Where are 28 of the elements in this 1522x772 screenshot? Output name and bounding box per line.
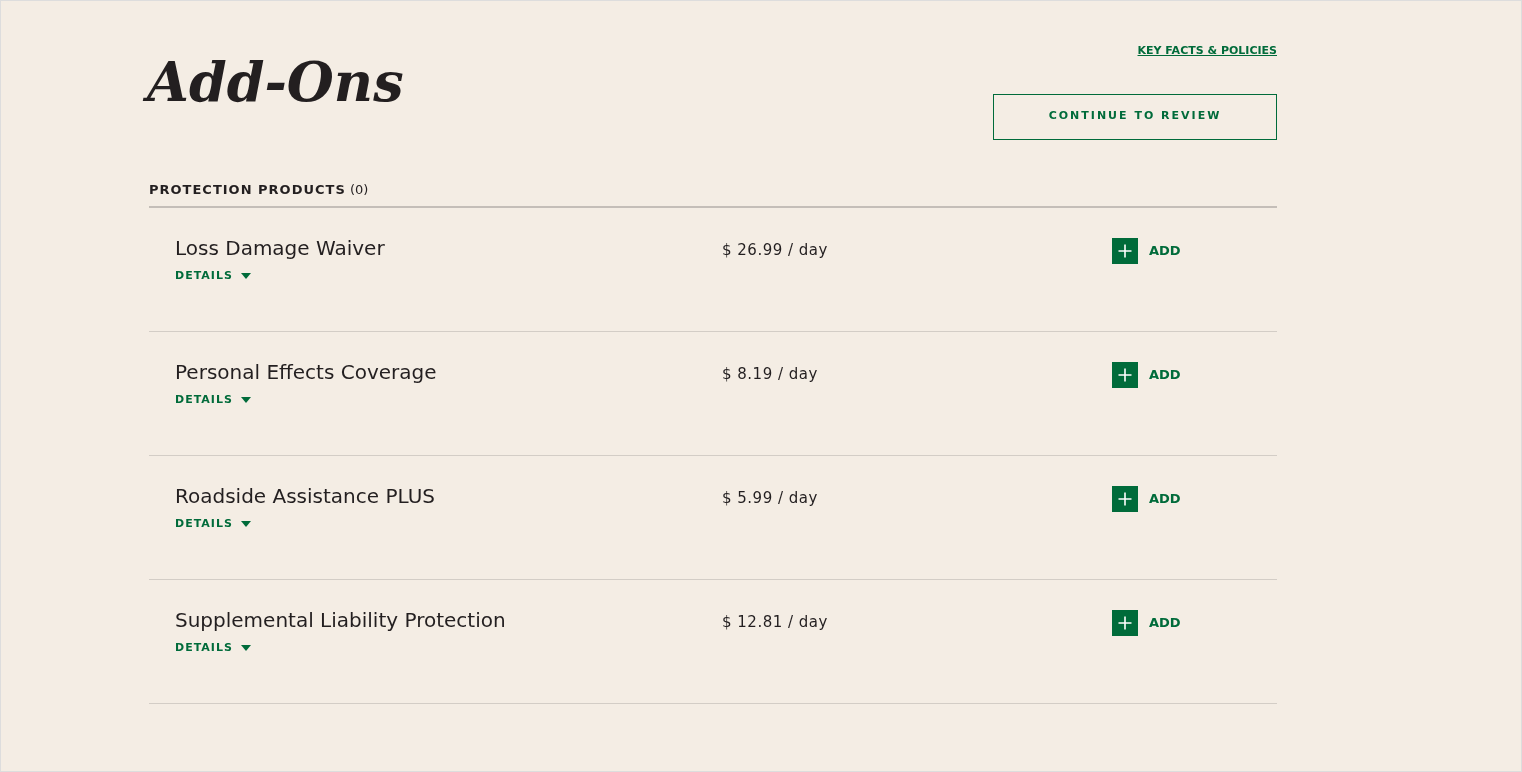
caret-icon (240, 397, 251, 404)
details-toggle[interactable]: DETAILS (175, 640, 251, 657)
product-name: Personal Effects Coverage (175, 360, 438, 384)
add-button[interactable]: ADD (1112, 238, 1181, 264)
add-button[interactable]: ADD (1112, 486, 1181, 512)
product-price: $ 5.99 / day (722, 488, 819, 509)
plus-icon (1112, 362, 1138, 388)
product-name: Loss Damage Waiver (175, 236, 386, 260)
details-toggle[interactable]: DETAILS (175, 392, 251, 409)
product-price: $ 12.81 / day (722, 612, 829, 633)
plus-icon (1112, 238, 1138, 264)
details-toggle[interactable]: DETAILS (175, 516, 251, 533)
policies-link[interactable]: KEY FACTS & POLICIES (1137, 43, 1277, 60)
plus-icon (1112, 486, 1138, 512)
caret-icon (240, 273, 251, 280)
product-price: $ 8.19 / day (722, 364, 819, 385)
plus-icon (1112, 610, 1138, 636)
continue-button[interactable]: CONTINUE TO REVIEW (993, 93, 1277, 140)
product-name: Roadside Assistance PLUS (175, 484, 436, 508)
section-count: (0) (349, 181, 369, 197)
product-name: Supplemental Liability Protection (175, 608, 507, 632)
add-button[interactable]: ADD (1112, 362, 1181, 388)
caret-icon (240, 521, 251, 528)
product-price: $ 26.99 / day (722, 240, 829, 261)
details-toggle[interactable]: DETAILS (175, 268, 251, 285)
caret-icon (240, 645, 251, 652)
section-heading: PROTECTION PRODUCTS (149, 181, 346, 197)
add-button[interactable]: ADD (1112, 610, 1181, 636)
